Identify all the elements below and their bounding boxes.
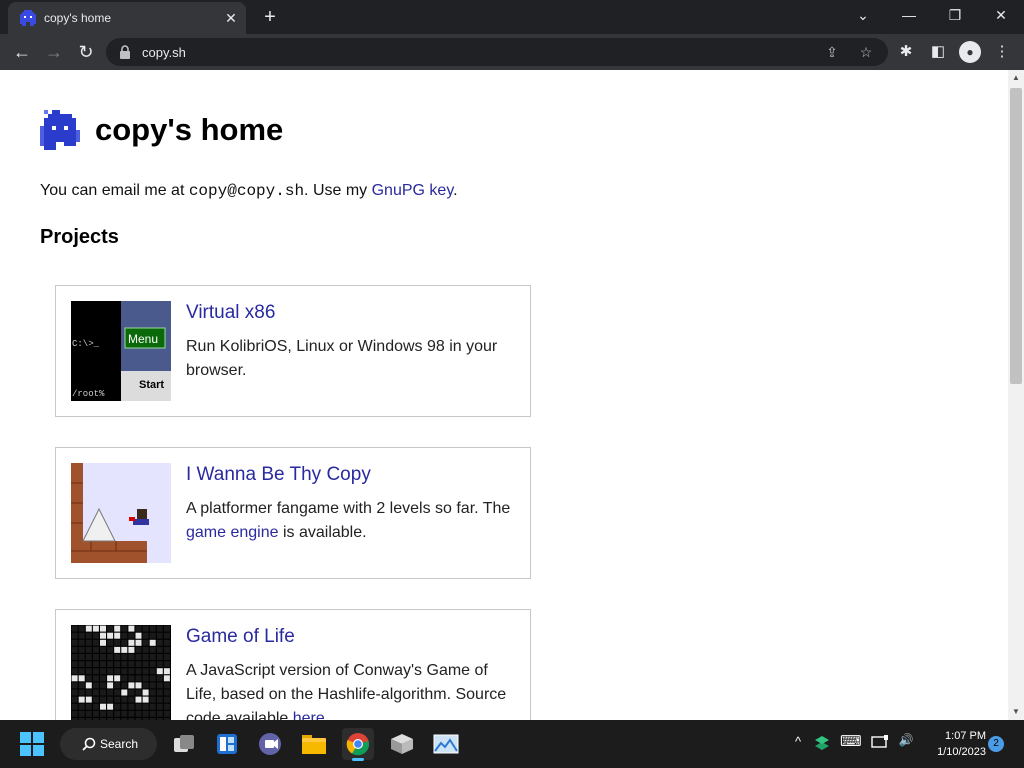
app-cube-icon[interactable] <box>386 728 418 760</box>
email-mid: . Use my <box>304 182 372 199</box>
windows-logo-icon <box>20 732 44 756</box>
active-indicator <box>352 758 364 761</box>
favicon-icon <box>20 10 36 26</box>
chrome-menu-icon[interactable]: ⋮ <box>992 42 1012 62</box>
side-panel-icon[interactable]: ◧ <box>928 42 948 62</box>
tab-search-button[interactable]: ⌄ <box>840 0 886 30</box>
photos-icon[interactable] <box>430 728 462 760</box>
windows-taskbar: Search ^ ⌨ 🔊 1:07 PM 1/10/2023 2 <box>0 720 1024 768</box>
project-description: A platformer fangame with 2 levels so fa… <box>186 497 518 545</box>
profile-icon[interactable]: ● <box>959 41 981 63</box>
search-icon <box>82 737 96 751</box>
taskbar-search[interactable]: Search <box>60 728 157 760</box>
projects-heading: Projects <box>40 226 119 248</box>
tab-strip: copy's home ✕ + ⌄ — ❐ ✕ <box>0 0 1024 34</box>
restore-button[interactable]: ❐ <box>932 0 978 30</box>
tray-overflow-chevron[interactable]: ^ <box>788 734 808 749</box>
tab-close-icon[interactable]: ✕ <box>221 8 241 28</box>
volume-icon[interactable]: 🔊 <box>896 733 916 747</box>
game-of-life-thumbnail[interactable] <box>71 625 171 720</box>
bookmark-star-icon[interactable]: ☆ <box>856 42 876 62</box>
page-header: copy's home <box>40 110 283 150</box>
desc-text: is available. <box>278 524 367 541</box>
network-icon[interactable] <box>870 734 890 753</box>
extensions-icon[interactable]: ✱ <box>896 42 916 62</box>
taskbar-clock[interactable]: 1:07 PM 1/10/2023 <box>922 728 986 760</box>
close-window-button[interactable]: ✕ <box>978 0 1024 30</box>
browser-toolbar: ← → ↻ copy.sh ⇪ ☆ ✱ ◧ ● ⋮ <box>0 34 1024 70</box>
email-line: You can email me at copy@copy.sh. Use my… <box>40 182 458 200</box>
page-scrollbar[interactable]: ▲ ▼ <box>1008 70 1024 720</box>
email-suffix: . <box>453 182 458 199</box>
thumb-start: Start <box>139 379 165 391</box>
clock-date: 1/10/2023 <box>937 746 986 758</box>
forward-button[interactable]: → <box>40 38 68 66</box>
thumb-root: /root% <box>72 389 105 399</box>
new-tab-button[interactable]: + <box>258 5 282 29</box>
desc-text: A platformer fangame with 2 levels so fa… <box>186 500 511 517</box>
search-label: Search <box>100 737 139 751</box>
lock-icon <box>120 45 130 59</box>
project-title-link[interactable]: I Wanna Be Thy Copy <box>186 464 371 486</box>
clock-time: 1:07 PM <box>945 730 986 742</box>
task-view-icon[interactable] <box>168 728 200 760</box>
tab-copy-home[interactable]: copy's home ✕ <box>8 2 246 34</box>
desc-text: . <box>324 710 330 720</box>
email-address: copy@copy.sh <box>188 182 305 200</box>
gnupg-key-link[interactable]: GnuPG key <box>372 182 454 199</box>
virtual-x86-thumbnail[interactable]: C:\>_ Menu Start /root% <box>71 301 171 401</box>
tab-title: copy's home <box>44 11 111 25</box>
project-title-link[interactable]: Virtual x86 <box>186 302 275 324</box>
i-wanna-thumbnail[interactable] <box>71 463 171 563</box>
share-icon[interactable]: ⇪ <box>822 42 842 62</box>
game-engine-link[interactable]: game engine <box>186 524 279 541</box>
file-explorer-icon[interactable] <box>298 728 330 760</box>
email-prefix: You can email me at <box>40 182 189 199</box>
project-description: A JavaScript version of Conway's Game of… <box>186 659 518 720</box>
notification-badge[interactable]: 2 <box>988 736 1004 752</box>
project-card-virtual-x86[interactable]: C:\>_ Menu Start /root% Virtual x86 Run … <box>55 285 531 417</box>
teams-chat-icon[interactable] <box>254 728 286 760</box>
project-description: Run KolibriOS, Linux or Windows 98 in yo… <box>186 338 498 379</box>
project-card-i-wanna-be-thy-copy[interactable]: I Wanna Be Thy Copy A platformer fangame… <box>55 447 531 579</box>
thumb-menu: Menu <box>128 332 159 346</box>
page-title: copy's home <box>95 112 284 147</box>
scroll-down-arrow[interactable]: ▼ <box>1008 704 1024 720</box>
desc-text: A JavaScript version of Conway's Game of… <box>186 662 507 720</box>
page-viewport: copy's home You can email me at copy@cop… <box>0 70 1008 720</box>
scrollbar-thumb[interactable] <box>1010 88 1022 384</box>
tray-app-icon[interactable] <box>812 734 832 753</box>
project-title-link[interactable]: Game of Life <box>186 626 295 648</box>
address-bar[interactable]: copy.sh ⇪ ☆ <box>106 38 888 66</box>
reload-button[interactable]: ↻ <box>72 38 100 66</box>
logo-icon <box>40 110 80 150</box>
chrome-taskbar-icon[interactable] <box>342 728 374 761</box>
minimize-button[interactable]: — <box>886 0 932 30</box>
thumb-prompt: C:\>_ <box>72 339 100 349</box>
scroll-up-arrow[interactable]: ▲ <box>1008 70 1024 86</box>
keyboard-icon[interactable]: ⌨ <box>840 732 862 750</box>
project-card-game-of-life[interactable]: Game of Life A JavaScript version of Con… <box>55 609 531 720</box>
source-code-link[interactable]: here <box>293 710 325 720</box>
back-button[interactable]: ← <box>8 38 36 66</box>
start-button[interactable] <box>16 728 48 760</box>
widgets-icon[interactable] <box>211 728 243 760</box>
url-text[interactable]: copy.sh <box>142 45 186 60</box>
